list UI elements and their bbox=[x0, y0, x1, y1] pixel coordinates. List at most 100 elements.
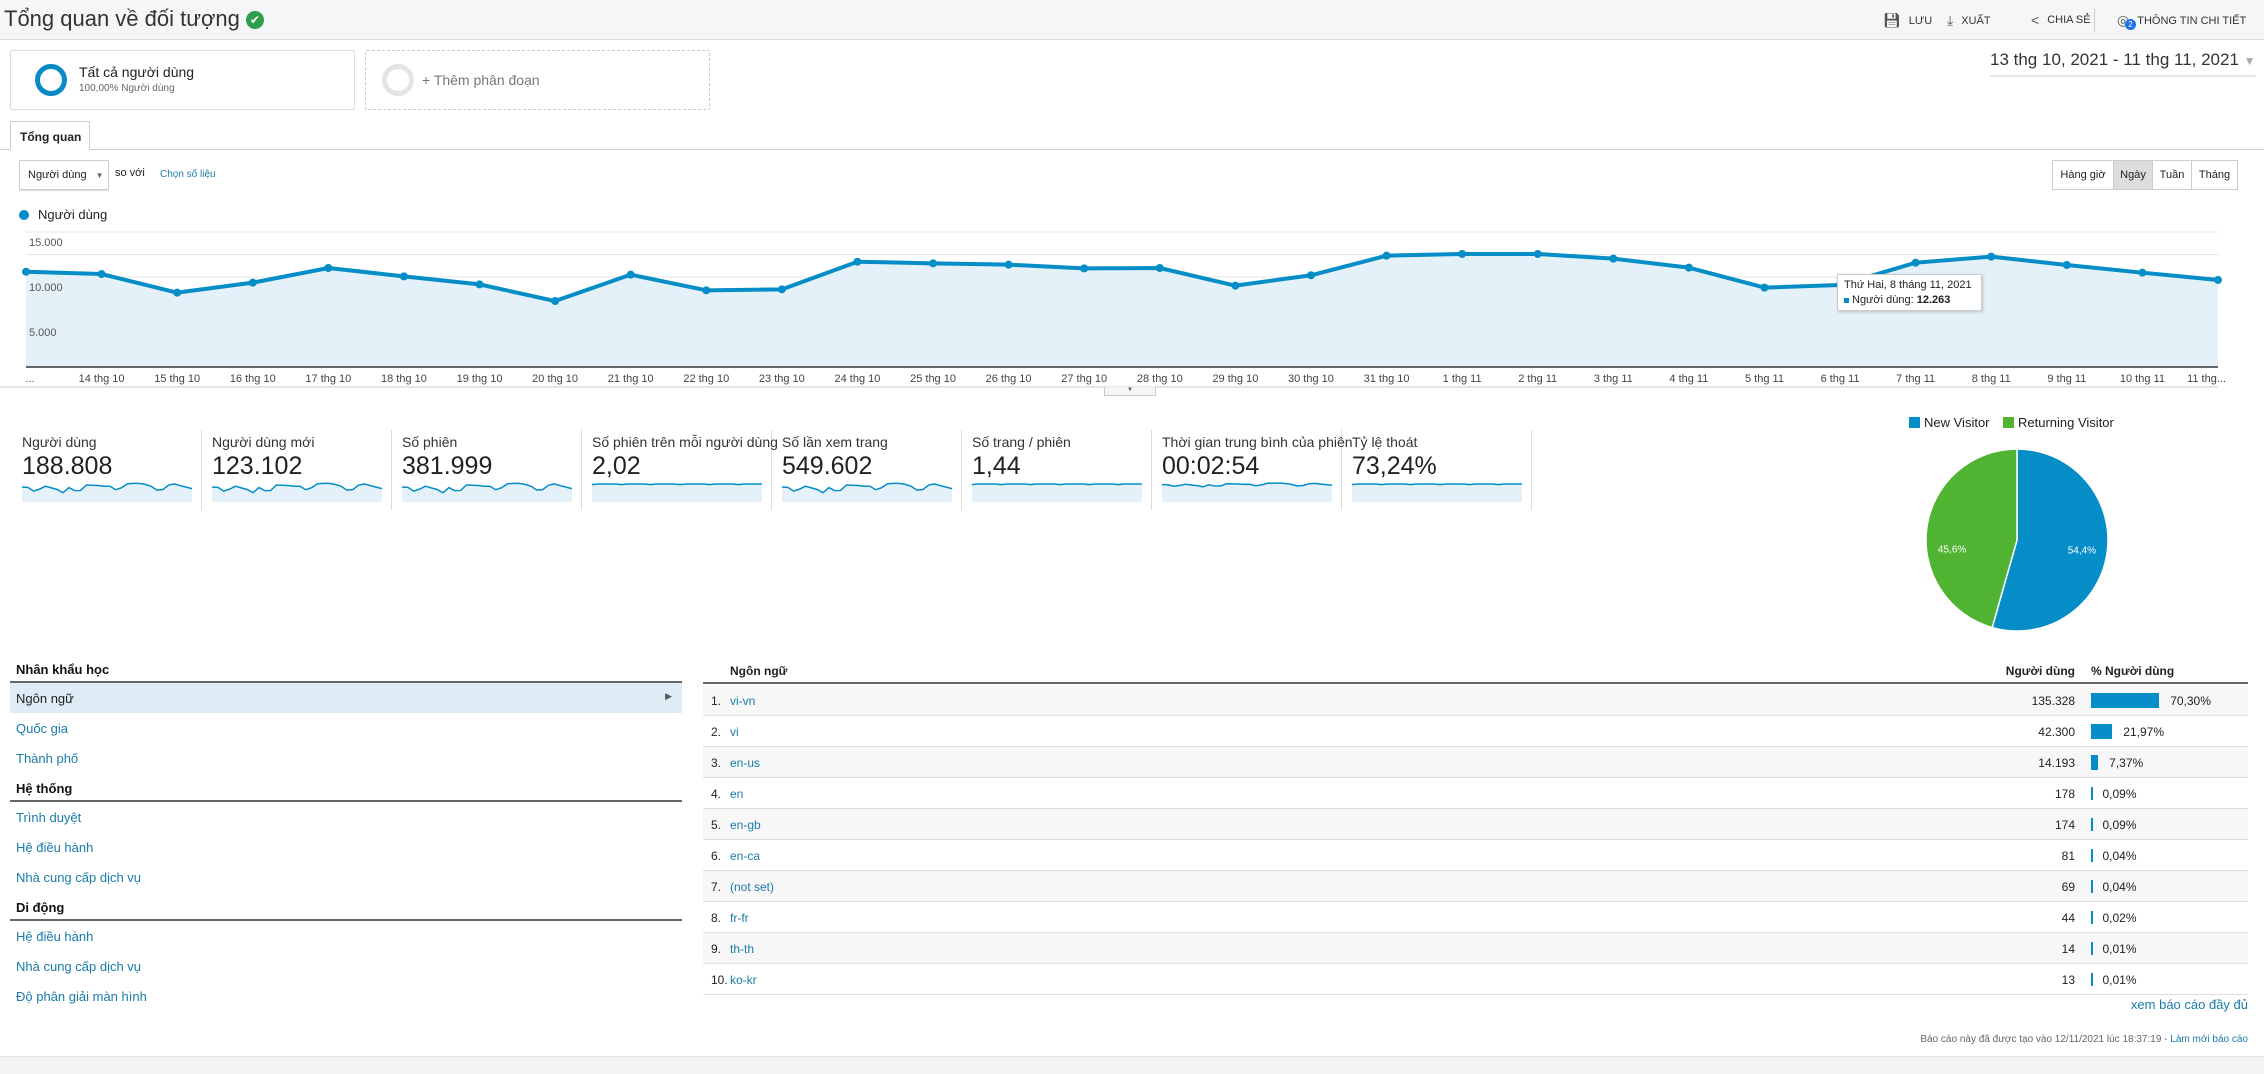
data-point[interactable] bbox=[1080, 264, 1089, 273]
language-link[interactable]: en-us bbox=[730, 756, 760, 770]
data-point[interactable] bbox=[2214, 275, 2222, 284]
metric-card[interactable]: Số trang / phiên 1,44 bbox=[962, 430, 1152, 510]
tab-overview[interactable]: Tổng quan bbox=[10, 121, 90, 150]
col-language[interactable]: Ngôn ngữ bbox=[730, 664, 787, 678]
save-label: LƯU bbox=[1908, 14, 1933, 27]
users-value: 14 bbox=[2061, 942, 2075, 956]
compare-label: so với bbox=[115, 167, 145, 179]
tab-divider bbox=[0, 149, 2264, 150]
metric-card[interactable]: Người dùng mới 123.102 bbox=[202, 430, 392, 510]
nav-item[interactable]: Thành phố bbox=[10, 743, 682, 773]
nav-item[interactable]: Nhà cung cấp dịch vụ bbox=[10, 951, 682, 981]
metric-card[interactable]: Số phiên 381.999 bbox=[392, 430, 582, 510]
data-point[interactable] bbox=[1004, 260, 1013, 269]
data-point[interactable] bbox=[324, 264, 333, 272]
date-range-picker[interactable]: 13 thg 10, 2021 - 11 thg 11, 2021 ▼ bbox=[1990, 50, 2256, 77]
data-point[interactable] bbox=[1609, 254, 1618, 263]
tooltip-title: Thứ Hai, 8 tháng 11, 2021 bbox=[1844, 279, 1972, 291]
metric-card[interactable]: Người dùng 188.808 bbox=[12, 430, 202, 510]
metric-select-value: Người dùng bbox=[28, 169, 87, 181]
pct-value: 0,01% bbox=[2102, 973, 2137, 987]
nav-item[interactable]: Hệ điều hành bbox=[10, 921, 682, 951]
language-link[interactable]: en-gb bbox=[730, 818, 761, 832]
granularity-day[interactable]: Ngày bbox=[2113, 160, 2153, 190]
nav-section-heading: Hệ thống bbox=[10, 781, 682, 802]
pct-value: 0,04% bbox=[2102, 880, 2137, 894]
col-users[interactable]: Người dùng bbox=[2006, 664, 2075, 678]
save-button[interactable]: 💾︎ LƯU bbox=[1883, 12, 1932, 29]
metric-card[interactable]: Số phiên trên mỗi người dùng 2,02 bbox=[582, 430, 778, 510]
chart-collapse-toggle[interactable]: ▼ bbox=[1104, 387, 1156, 396]
data-point[interactable] bbox=[1760, 283, 1769, 292]
data-point[interactable] bbox=[1382, 251, 1391, 260]
nav-item[interactable]: Trình duyệt bbox=[10, 802, 682, 832]
metric-card[interactable]: Tỷ lệ thoát 73,24% bbox=[1342, 430, 1532, 510]
generated-text: Báo cáo này đã được tạo vào 12/11/2021 l… bbox=[1920, 1034, 2168, 1045]
data-point[interactable] bbox=[1987, 252, 1996, 261]
language-link[interactable]: ko-kr bbox=[730, 973, 757, 987]
x-tick-label: 31 thg 10 bbox=[1364, 373, 1410, 385]
data-point[interactable] bbox=[1458, 249, 1467, 258]
language-link[interactable]: vi-vn bbox=[730, 694, 755, 708]
data-point[interactable] bbox=[1533, 249, 1542, 258]
pct-value: 0,04% bbox=[2102, 849, 2137, 863]
metric-card[interactable]: Số lần xem trang 549.602 bbox=[772, 430, 962, 510]
insights-button[interactable]: ◎ 2 THÔNG TIN CHI TIẾT bbox=[2117, 12, 2246, 30]
data-point[interactable] bbox=[1155, 264, 1164, 272]
x-tick-label: 14 thg 10 bbox=[79, 373, 125, 385]
data-point[interactable] bbox=[1684, 263, 1693, 272]
legend-returning-visitor-swatch bbox=[2003, 417, 2014, 428]
row-index: 3. bbox=[711, 756, 722, 770]
nav-item[interactable]: Độ phân giải màn hình bbox=[10, 981, 682, 1011]
data-point[interactable] bbox=[853, 257, 862, 266]
export-button[interactable]: ⤓ XUẤT bbox=[1947, 12, 1991, 29]
data-point[interactable] bbox=[2062, 261, 2071, 270]
data-point[interactable] bbox=[929, 259, 938, 268]
language-link[interactable]: (not set) bbox=[730, 880, 774, 894]
nav-item-label: Hệ điều hành bbox=[16, 840, 94, 855]
data-point[interactable] bbox=[1306, 271, 1315, 280]
data-point[interactable] bbox=[702, 286, 711, 295]
share-button[interactable]: < CHIA SẺ bbox=[2031, 12, 2091, 28]
language-link[interactable]: en-ca bbox=[730, 849, 760, 863]
nav-item[interactable]: Quốc gia bbox=[10, 713, 682, 743]
data-point[interactable] bbox=[1231, 281, 1240, 290]
nav-item[interactable]: Hệ điều hành bbox=[10, 832, 682, 862]
language-link[interactable]: vi bbox=[730, 725, 739, 739]
nav-item[interactable]: Nhà cung cấp dịch vụ bbox=[10, 862, 682, 892]
data-point[interactable] bbox=[1911, 258, 1920, 267]
data-point[interactable] bbox=[777, 285, 786, 294]
segment-all-users[interactable]: Tất cả người dùng 100,00% Người dùng bbox=[10, 50, 355, 110]
metric-select[interactable]: Người dùng ▼ bbox=[19, 160, 109, 190]
table-row: 3. en-us 14.193 7,37% bbox=[703, 747, 2248, 778]
granularity-hour[interactable]: Hàng giờ bbox=[2052, 160, 2114, 190]
pct-bar bbox=[2091, 693, 2160, 708]
language-link[interactable]: en bbox=[730, 787, 743, 801]
data-point[interactable] bbox=[248, 278, 257, 287]
data-point[interactable] bbox=[626, 270, 635, 279]
data-point[interactable] bbox=[97, 270, 106, 279]
data-point[interactable] bbox=[551, 297, 560, 306]
pct-value: 0,02% bbox=[2102, 911, 2137, 925]
verified-check-icon: ✔ bbox=[245, 11, 264, 30]
visitor-pie-chart: 54,4% 45,6% bbox=[1925, 448, 2109, 632]
refresh-report-link[interactable]: Làm mới báo cáo bbox=[2170, 1034, 2248, 1045]
data-point[interactable] bbox=[22, 267, 30, 276]
granularity-week[interactable]: Tuần bbox=[2152, 160, 2192, 190]
language-link[interactable]: th-th bbox=[730, 942, 754, 956]
data-point[interactable] bbox=[399, 272, 408, 281]
data-point[interactable] bbox=[475, 280, 484, 289]
choose-metric-link[interactable]: Chọn số liệu bbox=[160, 169, 216, 180]
language-link[interactable]: fr-fr bbox=[730, 911, 749, 925]
metric-card[interactable]: Thời gian trung bình của phiên 00:02:54 bbox=[1152, 430, 1353, 510]
table-header: Ngôn ngữ Người dùng % Người dùng bbox=[703, 662, 2248, 684]
data-point[interactable] bbox=[2138, 268, 2147, 277]
full-report-link[interactable]: xem báo cáo đầy đủ bbox=[2131, 997, 2248, 1012]
caret-right-icon: ▶ bbox=[665, 691, 672, 701]
row-index: 4. bbox=[711, 787, 722, 801]
add-segment-button[interactable]: + Thêm phân đoạn bbox=[365, 50, 710, 110]
users-value: 42.300 bbox=[2038, 725, 2075, 739]
data-point[interactable] bbox=[173, 288, 182, 297]
nav-item[interactable]: Ngôn ngữ ▶ bbox=[10, 683, 682, 713]
granularity-month[interactable]: Tháng bbox=[2191, 160, 2238, 190]
